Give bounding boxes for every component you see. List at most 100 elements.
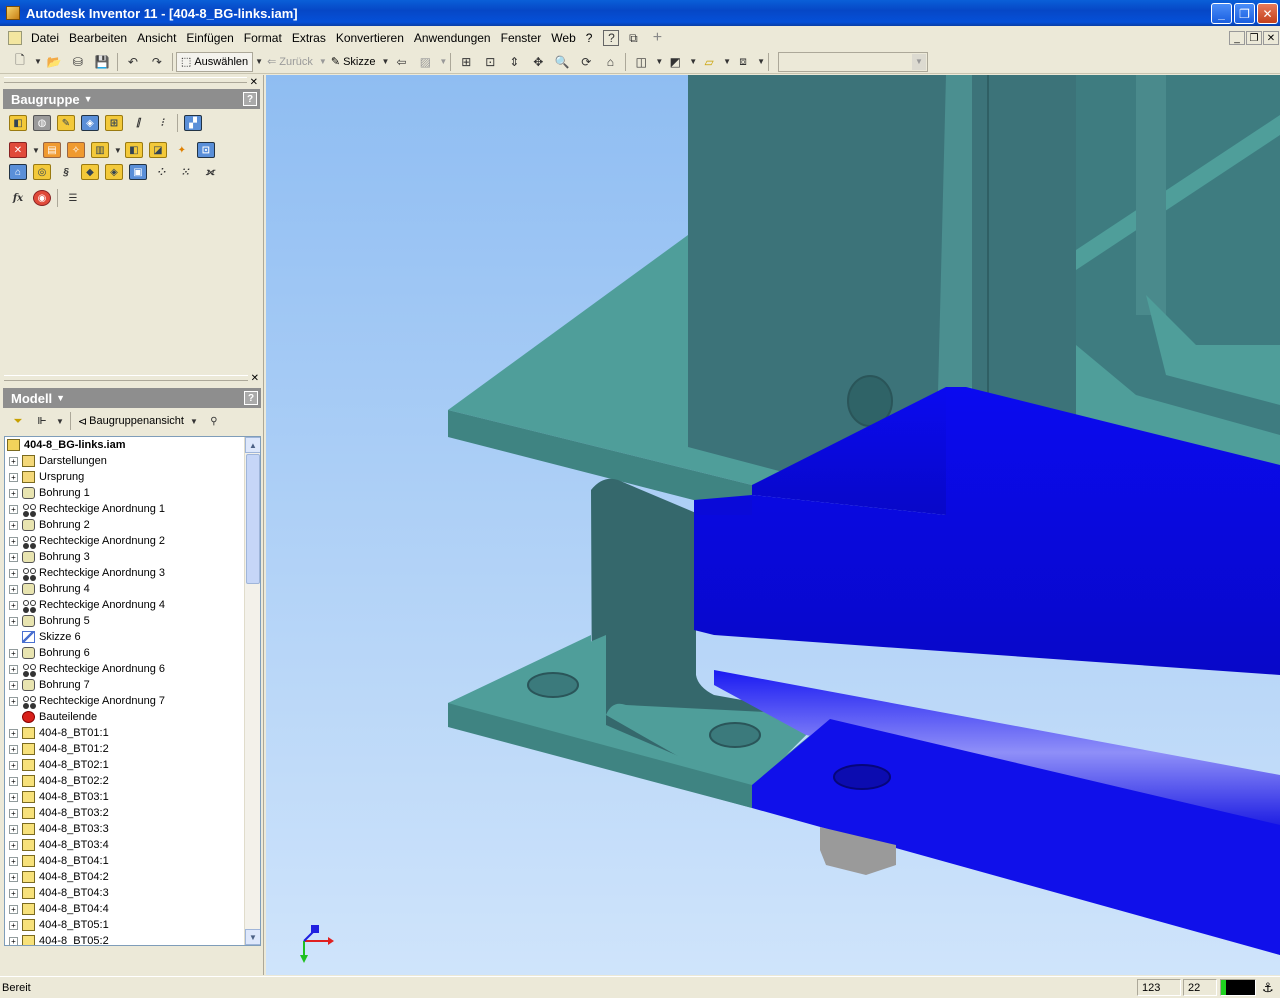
save-icon[interactable]: 💾: [92, 53, 112, 71]
tree-item[interactable]: +404-8_BT02:2: [5, 773, 260, 789]
expand-icon[interactable]: +: [9, 472, 18, 482]
menu-format[interactable]: Format: [239, 28, 287, 48]
tree-item[interactable]: +404-8_BT04:2: [5, 869, 260, 885]
panel-grip-bottom[interactable]: ✕: [0, 373, 264, 385]
menu-konvertieren[interactable]: Konvertieren: [331, 28, 409, 48]
add-icon[interactable]: +: [647, 29, 667, 47]
menu-ansicht[interactable]: Ansicht: [132, 28, 181, 48]
zoom-selected-icon[interactable]: 🔍: [552, 53, 572, 71]
expand-icon[interactable]: +: [9, 568, 18, 578]
tree-item[interactable]: +404-8_BT03:2: [5, 805, 260, 821]
tree-item[interactable]: + Rechteckige Anordnung 2: [5, 533, 260, 549]
expand-icon[interactable]: +: [9, 616, 18, 626]
expand-icon[interactable]: +: [9, 728, 18, 738]
expand-icon[interactable]: +: [9, 680, 18, 690]
mirror-icon[interactable]: ⫿: [129, 115, 147, 131]
expand-icon[interactable]: +: [9, 936, 18, 945]
tree-item[interactable]: + Rechteckige Anordnung 7: [5, 693, 260, 709]
undo-icon[interactable]: ↶: [123, 53, 143, 71]
tree-item[interactable]: + Darstellungen: [5, 453, 260, 469]
assembly-view-dropdown[interactable]: ⊲ Baugruppenansicht ▼: [74, 411, 202, 431]
whats-new-icon[interactable]: ⧉: [623, 29, 643, 47]
create-part-icon[interactable]: ◈: [81, 115, 99, 131]
tree-item[interactable]: Skizze 6: [5, 629, 260, 645]
menu-einfuegen[interactable]: Einfügen: [181, 28, 238, 48]
expand-icon[interactable]: +: [9, 696, 18, 706]
expand-icon[interactable]: +: [9, 584, 18, 594]
new-icon[interactable]: 🗋: [10, 53, 30, 71]
tree-item[interactable]: + Rechteckige Anordnung 1: [5, 501, 260, 517]
tree-item[interactable]: +404-8_BT04:3: [5, 885, 260, 901]
expand-icon[interactable]: +: [9, 872, 18, 882]
tree-item[interactable]: + Bohrung 3: [5, 549, 260, 565]
hole-icon[interactable]: ◎: [33, 164, 51, 180]
ucs-icon[interactable]: ⊡: [196, 142, 215, 158]
rectangular-pattern-icon[interactable]: ⁘: [153, 164, 171, 180]
hierarchy-icon[interactable]: ⊩: [33, 413, 51, 429]
menu-bearbeiten[interactable]: Bearbeiten: [64, 28, 132, 48]
shaded-display-icon[interactable]: ◩: [665, 53, 685, 71]
tree-item[interactable]: +404-8_BT03:1: [5, 789, 260, 805]
maximize-button[interactable]: ❐: [1234, 3, 1255, 24]
mirror-feature-icon[interactable]: ⟗: [201, 164, 219, 180]
chamfer-icon[interactable]: ◆: [81, 164, 99, 180]
doc-close-button[interactable]: ✕: [1263, 31, 1279, 45]
zoom-all-icon[interactable]: ⊞: [456, 53, 476, 71]
app-icon[interactable]: [6, 6, 20, 20]
tree-item[interactable]: + Bohrung 7: [5, 677, 260, 693]
tree-item[interactable]: + Bohrung 2: [5, 517, 260, 533]
expand-icon[interactable]: +: [9, 760, 18, 770]
expand-icon[interactable]: +: [9, 456, 18, 466]
tree-item[interactable]: +404-8_BT01:2: [5, 741, 260, 757]
back-button[interactable]: ⇐ Zurück: [263, 52, 317, 72]
menu-help[interactable]: ?: [581, 28, 598, 48]
expand-icon[interactable]: +: [9, 520, 18, 530]
work-axis-icon[interactable]: ◪: [148, 142, 167, 158]
menu-extras[interactable]: Extras: [287, 28, 331, 48]
tree-item[interactable]: Bauteilende: [5, 709, 260, 725]
tree-item[interactable]: +404-8_BT03:4: [5, 837, 260, 853]
shadow-icon[interactable]: ▱: [699, 53, 719, 71]
style-combo[interactable]: ▼: [778, 51, 928, 72]
find-icon[interactable]: ⚲: [205, 413, 223, 429]
scroll-thumb[interactable]: [246, 454, 260, 584]
expand-icon[interactable]: +: [9, 776, 18, 786]
update-icon[interactable]: ▨: [415, 53, 435, 71]
panel-close-icon[interactable]: ✕: [250, 77, 258, 88]
close-button[interactable]: ✕: [1257, 3, 1278, 24]
constraint-icon[interactable]: ✕: [9, 142, 27, 158]
design-accelerator-icon[interactable]: ◉: [33, 190, 51, 206]
resize-grip-icon[interactable]: ⚓: [1262, 980, 1274, 996]
expand-icon[interactable]: +: [9, 648, 18, 658]
section-view-icon[interactable]: ▥: [90, 142, 109, 158]
panel-grip-top[interactable]: ✕: [0, 77, 263, 89]
zoom-window-icon[interactable]: ⊡: [480, 53, 500, 71]
expand-icon[interactable]: +: [9, 504, 18, 514]
tree-item[interactable]: + Bohrung 6: [5, 645, 260, 661]
expand-icon[interactable]: +: [9, 792, 18, 802]
create-component-icon[interactable]: ✎: [57, 115, 75, 131]
work-point-icon[interactable]: ✦: [173, 142, 191, 158]
tree-item[interactable]: +404-8_BT05:1: [5, 917, 260, 933]
tree-item[interactable]: + Rechteckige Anordnung 4: [5, 597, 260, 613]
minimize-button[interactable]: _: [1211, 3, 1232, 24]
place-component-icon[interactable]: ◧: [9, 115, 27, 131]
tree-item[interactable]: + Rechteckige Anordnung 6: [5, 661, 260, 677]
project-icon[interactable]: ⛁: [68, 53, 88, 71]
circular-pattern-icon[interactable]: ⁙: [177, 164, 195, 180]
sectioning-icon[interactable]: ⧈: [733, 53, 753, 71]
redo-icon[interactable]: ↷: [147, 53, 167, 71]
move-component-icon[interactable]: ▤: [42, 142, 61, 158]
assembly-panel-header[interactable]: Baugruppe ▼?: [3, 89, 260, 109]
work-plane-icon[interactable]: ◧: [124, 142, 143, 158]
doc-minimize-button[interactable]: _: [1229, 31, 1245, 45]
tree-item[interactable]: + Bohrung 4: [5, 581, 260, 597]
tree-item[interactable]: +404-8_BT01:1: [5, 725, 260, 741]
tree-root[interactable]: 404-8_BG-links.iam: [5, 437, 260, 453]
expand-icon[interactable]: +: [9, 600, 18, 610]
extrude-icon[interactable]: ▣: [129, 164, 147, 180]
menu-web[interactable]: Web: [546, 28, 580, 48]
help-topics-icon[interactable]: ?: [603, 30, 620, 46]
expand-icon[interactable]: +: [9, 536, 18, 546]
tree-item[interactable]: +404-8_BT04:4: [5, 901, 260, 917]
